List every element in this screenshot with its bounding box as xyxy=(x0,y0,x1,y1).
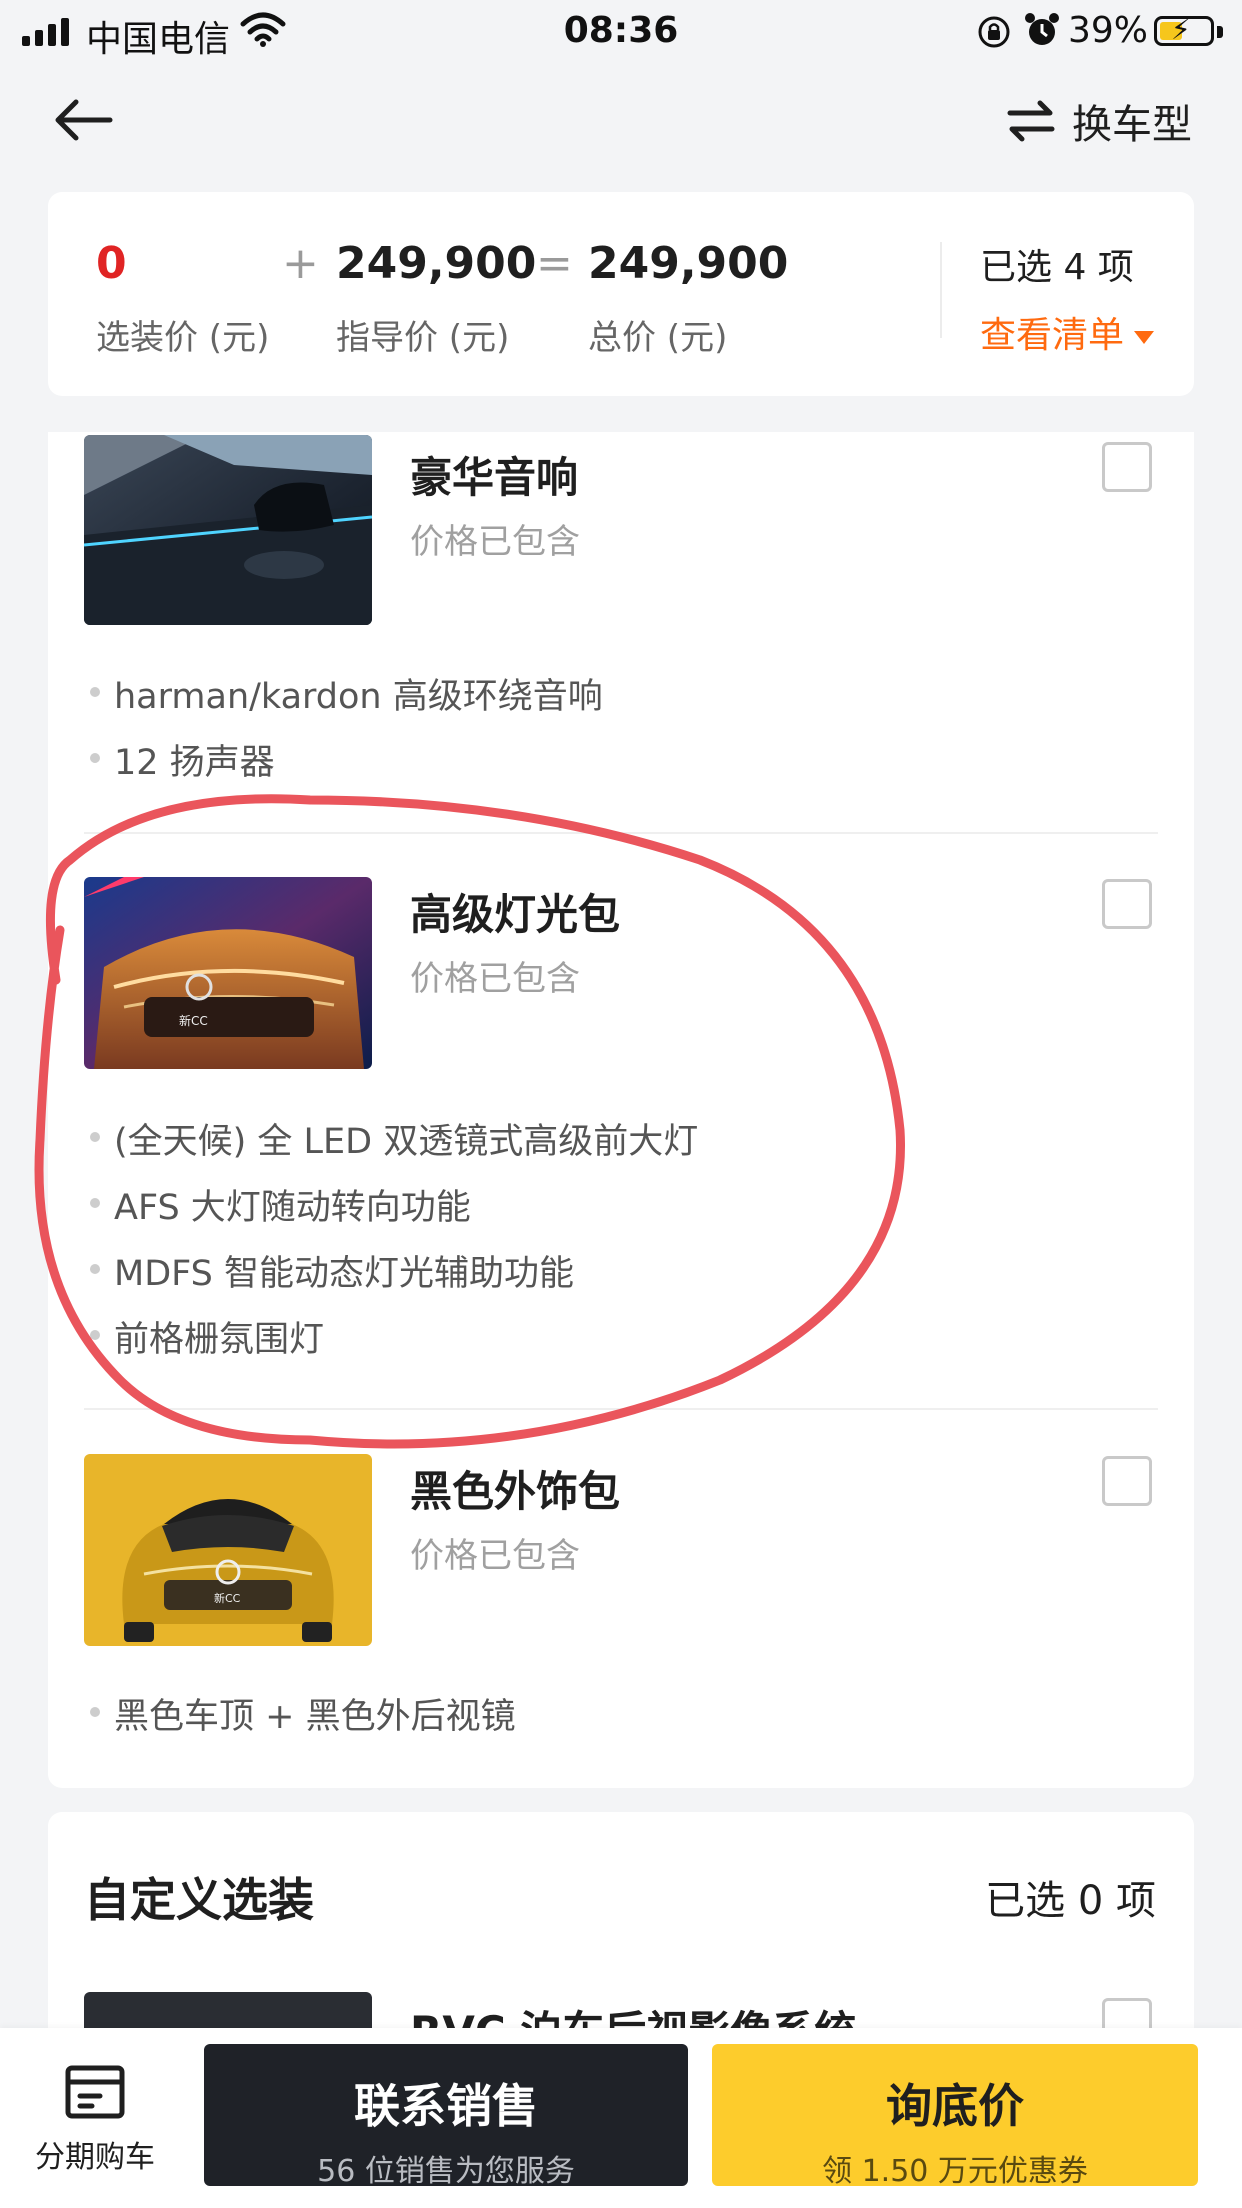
rotation-lock-icon xyxy=(976,14,1012,54)
battery-icon: ⚡ xyxy=(1154,15,1214,46)
option-price-label: 选装价 (元) xyxy=(96,318,270,358)
bottom-action-bar: 分期购车 联系销售 56 位销售为您服务 询底价 领 1.50 万元优惠券 xyxy=(0,2028,1242,2208)
battery-percent: 39% xyxy=(1068,10,1149,51)
selected-count: 已选 4 项 xyxy=(980,247,1134,288)
contact-sales-button[interactable]: 联系销售 56 位销售为您服务 xyxy=(204,2044,688,2189)
view-list-label: 查看清单 xyxy=(980,315,1125,356)
black-exterior-package-image: 新CC xyxy=(84,1454,372,1646)
feature-item: harman/kardon 高级环绕音响 xyxy=(90,668,603,719)
custom-selected-count: 已选 0 项 xyxy=(985,1878,1156,1924)
price-summary-card: 0 选装价 (元) + 249,900 指导价 (元) = 249,900 总价… xyxy=(48,192,1194,396)
back-arrow-icon xyxy=(55,99,113,141)
package-price-status: 价格已包含 xyxy=(410,959,580,999)
switch-model-label: 换车型 xyxy=(1072,102,1192,148)
package-checkbox[interactable] xyxy=(1102,442,1152,492)
feature-item: (全天候) 全 LED 双透镜式高级前大灯 xyxy=(89,1113,698,1164)
package-checkbox[interactable] xyxy=(1102,1456,1152,1506)
image-badge-text: 新CC xyxy=(214,1591,241,1605)
status-bar: 中国电信 08:36 39% ⚡ xyxy=(0,0,1242,62)
swap-icon xyxy=(1007,100,1055,142)
caret-down-icon xyxy=(1134,330,1155,344)
package-divider xyxy=(84,832,1158,834)
switch-model-button[interactable]: 换车型 xyxy=(1006,92,1192,150)
plus-operator: + xyxy=(282,238,319,289)
guide-price-label: 指导价 (元) xyxy=(336,318,510,358)
battery-cap xyxy=(1217,26,1223,38)
package-name: 高级灯光包 xyxy=(410,890,621,939)
equals-operator: = xyxy=(536,238,573,289)
feature-item: 黑色车顶 + 黑色外后视镜 xyxy=(90,1688,516,1739)
package-checkbox[interactable] xyxy=(1102,879,1152,929)
alarm-icon xyxy=(1024,12,1060,54)
installment-label: 分期购车 xyxy=(35,2140,155,2175)
inquire-price-label: 询底价 xyxy=(886,2079,1024,2133)
package-price-status: 价格已包含 xyxy=(410,1536,580,1576)
package-divider xyxy=(84,1408,1158,1410)
total-price-label: 总价 (元) xyxy=(588,318,728,358)
option-price-value: 0 xyxy=(96,238,127,289)
installment-button[interactable]: 分期购车 xyxy=(20,2064,170,2176)
contact-sales-label: 联系销售 xyxy=(354,2079,538,2133)
feature-item: MDFS 智能动态灯光辅助功能 xyxy=(89,1245,574,1296)
feature-item: AFS 大灯随动转向功能 xyxy=(90,1179,471,1230)
feature-item: 12 扬声器 xyxy=(90,734,275,785)
summary-divider xyxy=(940,242,942,338)
guide-price-value: 249,900 xyxy=(336,238,537,289)
package-name: 黑色外饰包 xyxy=(410,1467,621,1516)
feature-item: 前格栅氛围灯 xyxy=(89,1311,324,1362)
image-badge-text: 新CC xyxy=(179,1013,208,1028)
view-list-button[interactable]: 查看清单 xyxy=(980,306,1155,358)
package-price-status: 价格已包含 xyxy=(410,522,580,562)
section-title: 自定义选装 xyxy=(84,1873,314,1927)
lights-package-image: 新CC xyxy=(84,877,372,1069)
inquire-price-button[interactable]: 询底价 领 1.50 万元优惠券 xyxy=(712,2044,1198,2189)
inquire-price-subtext: 领 1.50 万元优惠券 xyxy=(822,2154,1088,2189)
total-price-value: 249,900 xyxy=(588,238,789,289)
contact-sales-subtext: 56 位销售为您服务 xyxy=(317,2154,575,2189)
audio-package-image xyxy=(84,435,372,625)
installment-icon xyxy=(65,2065,125,2119)
packages-card: 豪华音响 价格已包含 harman/kardon 高级环绕音响 12 扬声器 新… xyxy=(48,432,1194,1788)
back-button[interactable] xyxy=(48,90,118,150)
package-name: 豪华音响 xyxy=(410,453,579,502)
